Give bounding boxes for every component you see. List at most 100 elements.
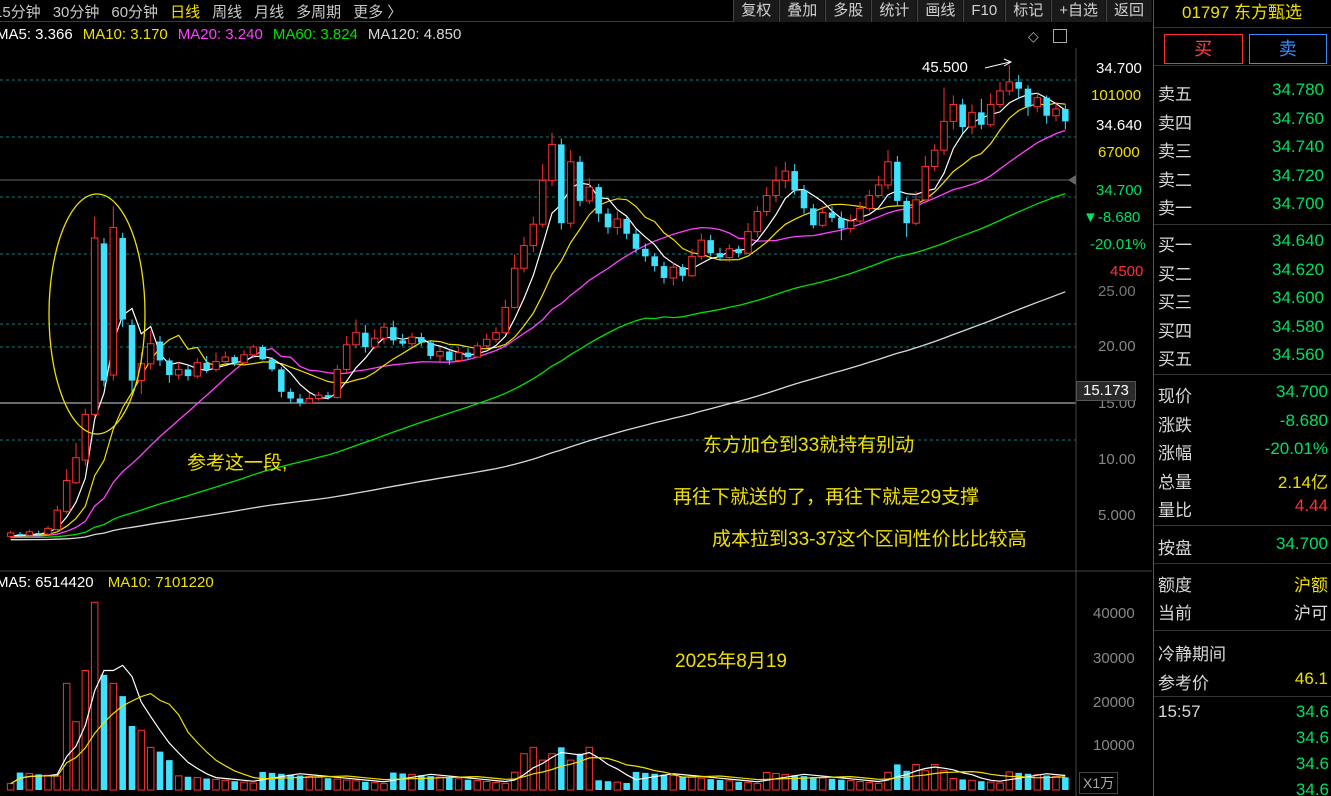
ma20-line <box>10 129 1066 537</box>
candle-body <box>1043 97 1050 116</box>
volume-bar <box>744 782 752 791</box>
kline-chart[interactable] <box>0 0 1152 796</box>
ask-row-3[interactable]: 卖三 34.740 <box>1158 133 1330 161</box>
candle-body <box>558 144 565 224</box>
bid-row-3-price: 34.600 <box>1272 288 1324 307</box>
candle-body <box>865 195 874 209</box>
ask-row-2[interactable]: 卖二 34.720 <box>1158 162 1330 190</box>
volume-bar <box>595 780 602 790</box>
candle-body <box>146 343 155 365</box>
stock-title: 01797 东方甄选 <box>1154 0 1331 28</box>
volume-bar <box>986 781 995 791</box>
quota-row-label: 额度 <box>1158 576 1192 595</box>
candle-body <box>744 231 752 254</box>
candle <box>529 216 538 253</box>
price-axis-label: 67000 <box>1098 144 1140 161</box>
candle <box>53 505 62 531</box>
quota-row-value: 沪额 <box>1294 576 1328 595</box>
candle-body <box>333 368 342 398</box>
candle-body <box>679 267 686 276</box>
candle <box>184 364 192 381</box>
candle <box>109 206 118 381</box>
candle-body <box>884 161 892 186</box>
candle-body <box>464 352 472 358</box>
candle-body <box>25 531 34 536</box>
volume-bar <box>100 674 108 790</box>
bid-row-1-price: 34.640 <box>1272 231 1324 250</box>
bid-row-2[interactable]: 买二 34.620 <box>1158 256 1330 284</box>
price-axis-label: 34.700 <box>1096 182 1142 199</box>
volume-bar <box>137 729 146 791</box>
volume-bar <box>642 772 649 790</box>
bid-row-2-price: 34.620 <box>1272 259 1324 279</box>
price-axis-label: 34.700 <box>1096 60 1142 77</box>
volume-bar <box>482 781 491 791</box>
candle-body <box>791 171 798 191</box>
buy-button[interactable]: 买 <box>1164 34 1243 64</box>
annotation-support: 再往下就送的了，再往下就是29支撑 <box>673 487 980 508</box>
volume-bar <box>352 780 360 791</box>
candle-body <box>399 340 406 344</box>
volume-bar <box>240 781 248 791</box>
candle <box>921 156 930 204</box>
volume-bar <box>818 777 827 791</box>
candle-body <box>473 345 482 358</box>
volume-bar <box>604 781 612 790</box>
candle <box>305 392 314 405</box>
volume-bar <box>370 782 379 791</box>
bid-row-2-label: 买二 <box>1158 264 1192 284</box>
tick-price: 34.6 <box>1295 754 1329 773</box>
candle-body <box>259 347 266 360</box>
candle-body <box>707 240 714 254</box>
candle <box>100 238 108 387</box>
candle <box>146 330 155 370</box>
candle-body <box>604 213 612 228</box>
bid-row-3[interactable]: 买三 34.600 <box>1158 284 1330 312</box>
quote-row-1: 涨跌 -8.680 <box>1158 407 1331 435</box>
candle <box>762 187 771 216</box>
ask-row-1[interactable]: 卖一 34.700 <box>1158 190 1330 218</box>
volume-bar <box>996 782 1004 791</box>
volume-bar <box>109 682 118 791</box>
volume-axis-label: 20000 <box>1093 694 1135 711</box>
high-price-marker: 45.500 <box>922 59 968 76</box>
candle-body <box>810 208 817 226</box>
quote-row-4-label: 量比 <box>1158 501 1192 520</box>
candle-body <box>278 369 285 392</box>
volume-bar <box>287 774 294 790</box>
candle <box>930 144 939 172</box>
candle-body <box>268 359 276 370</box>
quote-row-4-value: 4.44 <box>1294 496 1328 515</box>
candle-body <box>1062 108 1069 122</box>
candle <box>193 358 202 379</box>
candle-body <box>632 233 640 249</box>
sell-button[interactable]: 卖 <box>1248 34 1327 64</box>
candle-body <box>249 346 258 356</box>
ask-row-4-label: 卖四 <box>1158 113 1192 133</box>
candle-body <box>903 200 910 224</box>
bid-row-5[interactable]: 买五 34.560 <box>1158 341 1330 369</box>
quote-row-1-label: 涨跌 <box>1158 415 1192 435</box>
candle <box>838 211 845 241</box>
ask-row-4[interactable]: 卖四 34.760 <box>1158 105 1330 133</box>
candle <box>651 253 658 272</box>
candle-body <box>642 248 649 257</box>
candle-body <box>482 338 491 347</box>
candle <box>912 191 920 226</box>
candle-body <box>1015 81 1022 89</box>
candle-body <box>35 532 42 535</box>
bid-row-1[interactable]: 买一 34.640 <box>1158 227 1330 255</box>
candle <box>259 344 266 361</box>
volume-bar <box>464 779 472 790</box>
volume-bar <box>305 775 314 791</box>
candle <box>865 190 874 212</box>
candle-body <box>856 207 864 222</box>
candle-body <box>184 369 192 377</box>
candle-body <box>408 336 416 345</box>
candle-body <box>959 104 966 127</box>
ask-row-5[interactable]: 卖五 34.780 <box>1158 76 1330 104</box>
candle-body <box>669 266 678 279</box>
candle-body <box>6 532 15 537</box>
bid-row-4[interactable]: 买四 34.580 <box>1158 313 1330 341</box>
candle-body <box>501 306 510 334</box>
